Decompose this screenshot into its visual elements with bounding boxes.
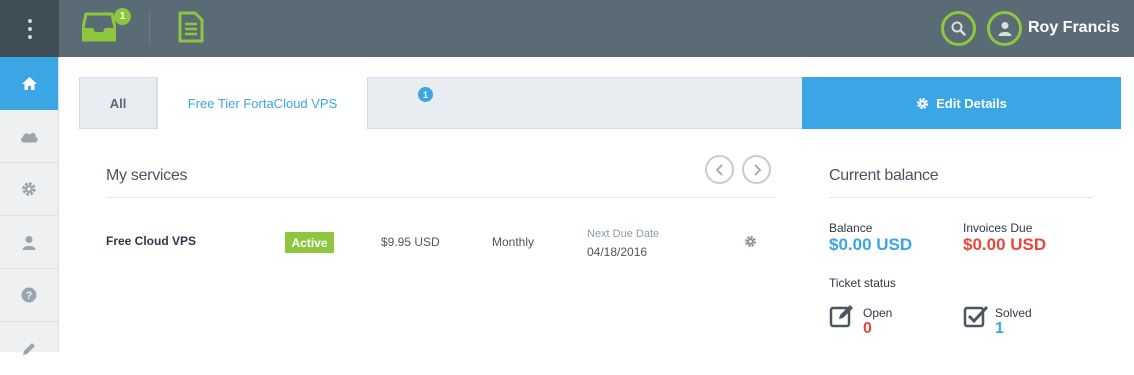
divider bbox=[829, 197, 1093, 198]
due-date-label: Next Due Date bbox=[587, 228, 660, 240]
menu-button[interactable] bbox=[0, 0, 59, 57]
checkbox-icon bbox=[963, 304, 991, 333]
avatar[interactable] bbox=[987, 11, 1022, 46]
tab-label: Free Tier FortaCloud VPS bbox=[187, 95, 338, 111]
user-icon bbox=[22, 235, 36, 250]
service-name[interactable]: Free Cloud VPS bbox=[106, 234, 196, 248]
pencil-icon bbox=[23, 342, 35, 355]
tab-bar: All Free Tier FortaCloud VPS 1 Edit Deta… bbox=[79, 77, 1121, 129]
solved-label: Solved bbox=[995, 306, 1032, 320]
invoices-due-label: Invoices Due bbox=[963, 221, 1033, 235]
balance-label: Balance bbox=[829, 221, 873, 235]
tab-badge: 1 bbox=[418, 87, 433, 102]
top-bar: 1 Roy Francis bbox=[0, 0, 1134, 57]
invoices-due-value: $0.00 USD bbox=[963, 235, 1047, 254]
gear-icon bbox=[22, 182, 36, 196]
status-badge: Active bbox=[285, 232, 334, 253]
gear-icon bbox=[745, 236, 756, 247]
inbox-badge: 1 bbox=[114, 8, 131, 25]
sidebar-item-edit[interactable] bbox=[0, 322, 58, 375]
edit-details-label: Edit Details bbox=[936, 95, 1007, 111]
due-date: 04/18/2016 bbox=[587, 245, 648, 259]
user-name[interactable]: Roy Francis bbox=[1028, 19, 1120, 37]
next-button[interactable] bbox=[742, 155, 771, 184]
chevron-left-icon bbox=[715, 163, 723, 176]
balance-value: $0.00 USD bbox=[829, 235, 913, 254]
header-divider bbox=[149, 12, 150, 44]
menu-icon bbox=[27, 18, 32, 39]
services-title: My services bbox=[106, 167, 188, 184]
service-price: $9.95 USD bbox=[381, 235, 440, 249]
tab-all[interactable]: All bbox=[80, 78, 157, 128]
edit-square-icon bbox=[829, 304, 857, 333]
divider bbox=[106, 197, 776, 198]
cloud-icon bbox=[21, 132, 38, 142]
inbox-icon[interactable] bbox=[81, 12, 117, 42]
help-icon: ? bbox=[21, 287, 37, 303]
ticket-status-title: Ticket status bbox=[829, 276, 896, 290]
document-icon[interactable] bbox=[178, 11, 204, 48]
search-button[interactable] bbox=[941, 11, 976, 46]
edit-details-button[interactable]: Edit Details bbox=[802, 77, 1121, 129]
search-icon bbox=[951, 21, 966, 36]
user-icon bbox=[998, 22, 1011, 36]
open-label: Open bbox=[863, 306, 893, 320]
svg-text:?: ? bbox=[26, 290, 33, 302]
solved-count[interactable]: 1 bbox=[995, 320, 1004, 338]
billing-cycle: Monthly bbox=[492, 235, 535, 249]
open-count[interactable]: 0 bbox=[863, 320, 872, 338]
gear-icon bbox=[917, 97, 929, 109]
sidebar-item-settings[interactable] bbox=[0, 163, 58, 216]
sidebar-item-home[interactable] bbox=[0, 57, 58, 110]
sidebar-item-cloud[interactable] bbox=[0, 110, 58, 163]
chevron-right-icon bbox=[753, 163, 761, 176]
home-icon bbox=[21, 77, 37, 90]
sidebar-item-account[interactable] bbox=[0, 216, 58, 269]
balance-title: Current balance bbox=[829, 167, 939, 184]
prev-button[interactable] bbox=[705, 155, 734, 184]
sidebar-item-help[interactable]: ? bbox=[0, 269, 58, 322]
tab-free-tier-vps[interactable]: Free Tier FortaCloud VPS 1 bbox=[157, 77, 433, 129]
service-settings-button[interactable] bbox=[744, 235, 757, 253]
sidebar: ? bbox=[0, 57, 59, 355]
